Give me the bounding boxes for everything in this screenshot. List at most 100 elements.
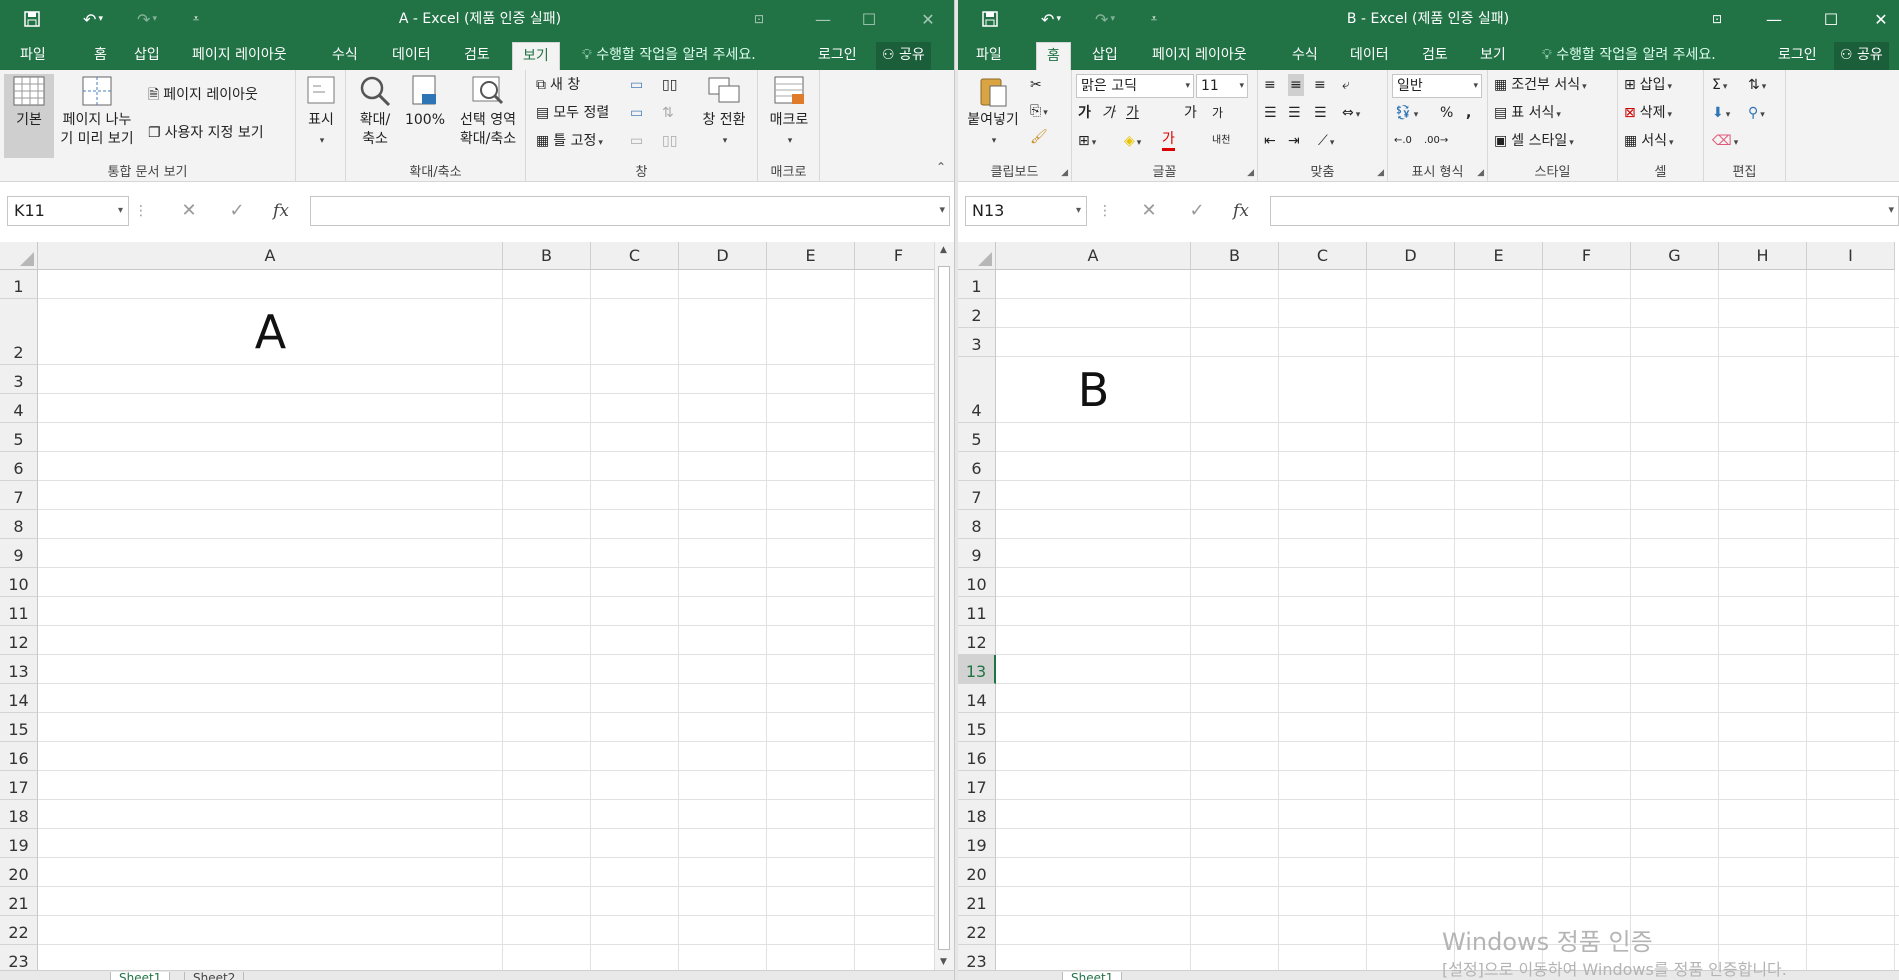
column-header[interactable]: D	[1367, 242, 1455, 270]
row-header[interactable]: 16	[0, 742, 38, 771]
column-header[interactable]: G	[1631, 242, 1719, 270]
customize-quick-access-icon[interactable]: ⩡	[1144, 0, 1164, 38]
row-header[interactable]: 11	[958, 597, 996, 626]
column-header[interactable]: D	[679, 242, 767, 270]
row-header[interactable]: 10	[0, 568, 38, 597]
hide-icon[interactable]: ▭	[630, 102, 643, 124]
row-header[interactable]: 13	[0, 655, 38, 684]
borders-icon[interactable]: ⊞ ▾	[1078, 130, 1096, 154]
tab-home[interactable]: 홈	[84, 42, 117, 70]
tab-view[interactable]: 보기	[1470, 42, 1516, 70]
align-top-icon[interactable]: ≡	[1264, 74, 1276, 96]
align-bottom-icon[interactable]: ≡	[1314, 74, 1326, 96]
copy-icon[interactable]: ⎘ ▾	[1030, 100, 1048, 124]
ribbon-display-options-icon[interactable]: ⊡	[736, 0, 782, 38]
column-header[interactable]: C	[1279, 242, 1367, 270]
row-header[interactable]: 2	[958, 299, 996, 328]
insert-function-icon[interactable]: fx	[264, 196, 298, 226]
save-icon[interactable]	[972, 0, 1008, 38]
paste-button[interactable]: 붙여넣기 ▾	[962, 74, 1024, 151]
chevron-down-icon[interactable]: ▾	[118, 197, 123, 225]
font-color-button[interactable]: 가	[1162, 130, 1175, 151]
tab-file[interactable]: 파일	[966, 42, 1012, 70]
number-format-select[interactable]: 일반 ▾	[1392, 74, 1482, 98]
row-header[interactable]: 16	[958, 742, 996, 771]
tell-me-box[interactable]: 💡︎ 수행할 작업을 알려 주세요.	[1542, 42, 1716, 70]
row-header[interactable]: 5	[958, 423, 996, 452]
row-header[interactable]: 6	[958, 452, 996, 481]
tab-insert[interactable]: 삽입	[1082, 42, 1128, 70]
arrange-all-button[interactable]: ▤ 모두 정렬	[536, 102, 609, 124]
tab-insert[interactable]: 삽입	[124, 42, 170, 70]
row-header[interactable]: 12	[958, 626, 996, 655]
font-size-select[interactable]: 11 ▾	[1196, 74, 1248, 98]
column-header[interactable]: A	[38, 242, 503, 270]
autosum-icon[interactable]: Σ ▾	[1712, 74, 1727, 98]
row-header[interactable]: 22	[958, 916, 996, 945]
worksheet-grid[interactable]: A B C D E F 1 2 3 4 5 6 7 8 9 10 11 12 13 14 15 16 17 18 19 20 21 2…	[0, 242, 954, 970]
select-all-button[interactable]	[0, 242, 38, 270]
find-select-icon[interactable]: ⚲ ▾	[1748, 102, 1765, 126]
row-header[interactable]: 10	[958, 568, 996, 597]
switch-windows-button[interactable]: 창 전환 ▾	[694, 74, 754, 151]
show-button[interactable]: 표시 ▾	[300, 74, 342, 151]
maximize-button[interactable]: ☐	[1808, 0, 1854, 38]
collapse-ribbon-icon[interactable]: ⌃	[936, 156, 946, 178]
wrap-text-icon[interactable]: ⤶	[1342, 74, 1350, 96]
drag-handle-icon[interactable]: ⋮	[134, 196, 148, 226]
row-header[interactable]: 19	[0, 829, 38, 858]
row-header[interactable]: 7	[0, 481, 38, 510]
zoom-to-selection-button[interactable]: 선택 영역 확대/축소	[452, 74, 524, 149]
vertical-scrollbar[interactable]: ▲ ▼	[934, 242, 954, 970]
row-header[interactable]: 5	[0, 423, 38, 452]
dialog-launcher-icon[interactable]: ◢	[1061, 168, 1068, 178]
row-header[interactable]: 22	[0, 916, 38, 945]
row-header[interactable]: 9	[0, 539, 38, 568]
worksheet-grid[interactable]: A B C D E F G H I 1 2 3 4 5 6 7 8 9 10 11 12 13 14 15 16 17 18 19 20…	[958, 242, 1899, 970]
sheet-tab-sheet1[interactable]: Sheet1	[110, 972, 171, 980]
insert-cells-button[interactable]: ⊞ 삽입 ▾	[1624, 74, 1672, 98]
row-header[interactable]: 14	[0, 684, 38, 713]
row-header[interactable]: 20	[0, 858, 38, 887]
shrink-font-button[interactable]: 가	[1212, 102, 1223, 124]
row-header[interactable]: 13	[958, 655, 996, 684]
row-header[interactable]: 17	[958, 771, 996, 800]
name-box[interactable]: N13 ▾	[965, 196, 1087, 226]
scroll-up-icon[interactable]: ▲	[940, 245, 947, 255]
custom-views-button[interactable]: ❐ 사용자 지정 보기	[148, 122, 264, 144]
percent-style-button[interactable]: %	[1440, 102, 1453, 124]
close-button[interactable]: ✕	[905, 0, 951, 38]
maximize-button[interactable]: ☐	[846, 0, 892, 38]
expand-formula-icon[interactable]: ▾	[939, 203, 945, 216]
align-middle-icon[interactable]: ≡	[1288, 74, 1304, 96]
font-name-select[interactable]: 맑은 고딕 ▾	[1076, 74, 1194, 98]
row-header[interactable]: 12	[0, 626, 38, 655]
row-header[interactable]: 6	[0, 452, 38, 481]
row-header[interactable]: 21	[958, 887, 996, 916]
login-link[interactable]: 로그인	[818, 42, 857, 70]
login-link[interactable]: 로그인	[1778, 42, 1817, 70]
undo-icon[interactable]: ↶ ▾	[70, 0, 116, 38]
decrease-indent-icon[interactable]: ⇤	[1264, 130, 1276, 152]
tab-review[interactable]: 검토	[1412, 42, 1458, 70]
accounting-format-icon[interactable]: 💱︎ ▾	[1394, 102, 1418, 126]
orientation-icon[interactable]: ⟋ ▾	[1318, 130, 1334, 154]
column-header[interactable]: H	[1719, 242, 1807, 270]
sheet-tab-sheet2[interactable]: Sheet2	[184, 972, 245, 980]
tab-formulas[interactable]: 수식	[322, 42, 368, 70]
decrease-decimal-icon[interactable]: .00→	[1424, 130, 1448, 152]
align-right-icon[interactable]: ☰	[1314, 102, 1327, 124]
expand-formula-icon[interactable]: ▾	[1888, 203, 1894, 216]
fill-icon[interactable]: ⬇ ▾	[1712, 102, 1730, 126]
phonetic-button[interactable]: 내천	[1212, 130, 1230, 152]
row-header[interactable]: 19	[958, 829, 996, 858]
cut-icon[interactable]: ✂	[1030, 74, 1042, 96]
row-header[interactable]: 1	[958, 270, 996, 299]
normal-view-button[interactable]: 기본	[4, 74, 54, 158]
save-icon[interactable]	[14, 0, 50, 38]
column-header[interactable]: F	[1543, 242, 1631, 270]
close-button[interactable]: ✕	[1858, 0, 1899, 38]
row-header[interactable]: 4	[958, 357, 996, 423]
row-header[interactable]: 15	[0, 713, 38, 742]
macros-button[interactable]: 매크로 ▾	[764, 74, 814, 151]
